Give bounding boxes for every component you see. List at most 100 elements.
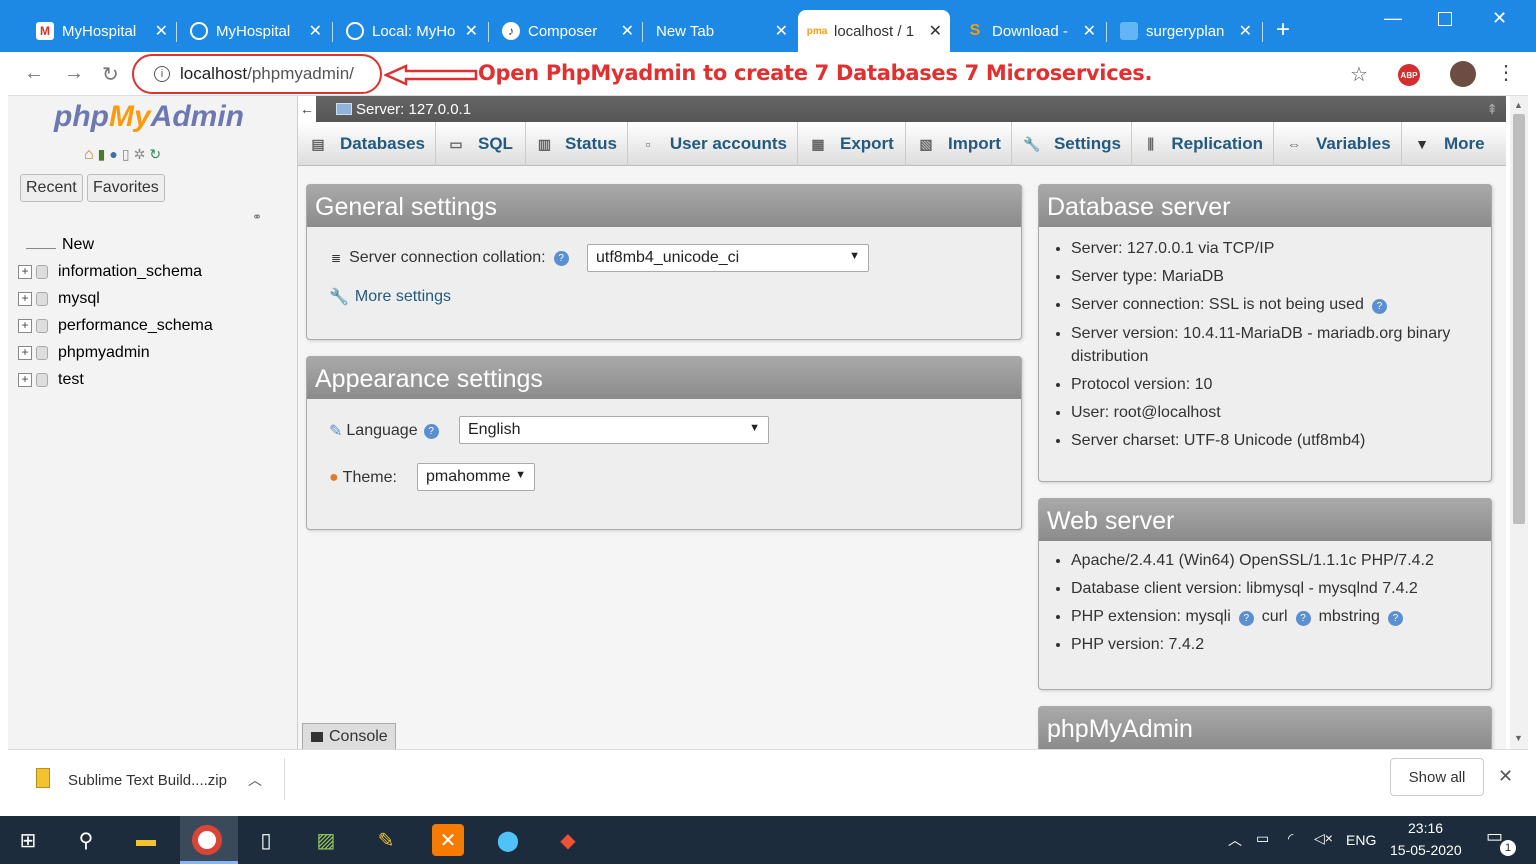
docs-icon[interactable]: ▯ — [122, 146, 130, 164]
reload-icon[interactable]: ↻ — [102, 62, 119, 87]
home-icon[interactable]: ⌂ — [84, 146, 94, 164]
minimize-icon[interactable]: — — [1384, 8, 1402, 29]
language-select[interactable]: English ▼ — [459, 416, 769, 444]
tab-myhospital-1[interactable]: M MyHospital ✕ — [26, 12, 176, 50]
settings-icon[interactable]: ✲ — [134, 146, 146, 164]
tree-item-information-schema[interactable]: + information_schema — [18, 263, 202, 281]
favorites-button[interactable]: Favorites — [87, 174, 165, 202]
tab-new-tab[interactable]: New Tab ✕ — [646, 12, 796, 50]
tab-myhospital-2[interactable]: MyHospital ✕ — [180, 12, 330, 50]
close-icon[interactable]: ✕ — [1083, 21, 1096, 41]
tree-item-new[interactable]: New — [18, 236, 94, 254]
file-explorer-icon[interactable]: ▬ — [130, 824, 162, 856]
tab-status[interactable]: ▥ Status — [526, 122, 628, 166]
paint-icon[interactable]: ▨ — [310, 824, 342, 856]
console-toggle[interactable]: Console — [302, 723, 396, 749]
search-icon[interactable]: ⚲ — [70, 824, 102, 856]
tree-item-performance-schema[interactable]: + performance_schema — [18, 317, 213, 335]
scroll-thumb[interactable] — [1513, 114, 1525, 524]
help-icon[interactable]: ? — [1295, 611, 1311, 626]
reload-nav-icon[interactable]: ↻ — [149, 146, 161, 164]
tree-item-phpmyadmin[interactable]: + phpmyadmin — [18, 344, 150, 362]
expand-icon[interactable]: + — [18, 319, 32, 333]
help-icon[interactable]: ● — [109, 146, 117, 164]
show-all-button[interactable]: Show all — [1390, 758, 1484, 796]
expand-icon[interactable]: + — [18, 373, 32, 387]
close-icon[interactable]: ✕ — [1239, 21, 1252, 41]
avatar[interactable] — [1450, 61, 1476, 87]
help-icon[interactable]: ? — [553, 250, 569, 266]
database-icon — [36, 265, 48, 279]
tab-surgeryplan[interactable]: surgeryplan ✕ — [1110, 12, 1260, 50]
tab-user-accounts[interactable]: ▫ User accounts — [628, 122, 798, 166]
tab-download[interactable]: S Download - ✕ — [956, 12, 1104, 50]
window-close-icon[interactable]: ✕ — [1492, 8, 1507, 29]
collapse-arrow-icon[interactable]: ← — [298, 96, 316, 122]
scroll-up-icon[interactable]: ▲ — [1514, 100, 1523, 110]
help-icon[interactable]: ? — [1371, 299, 1387, 314]
forward-icon[interactable]: → — [64, 62, 84, 85]
recent-button[interactable]: Recent — [20, 174, 83, 202]
git-icon[interactable]: ◆ — [552, 824, 584, 856]
new-tab-button[interactable]: + — [1276, 16, 1290, 44]
chrome-icon[interactable] — [192, 825, 222, 855]
collation-select[interactable]: utf8mb4_unicode_ci ▼ — [587, 244, 869, 272]
expand-icon[interactable]: + — [18, 346, 32, 360]
battery-icon[interactable]: ▭ — [1256, 830, 1269, 847]
help-icon[interactable]: ? — [1387, 611, 1403, 626]
tab-databases[interactable]: ▤ Databases — [298, 122, 436, 166]
notepad-icon[interactable]: ▯ — [250, 824, 282, 856]
tab-replication[interactable]: ⫼ Replication — [1132, 122, 1274, 166]
logout-icon[interactable]: ▮ — [98, 146, 106, 164]
close-icon[interactable]: ✕ — [465, 21, 478, 41]
download-filename[interactable]: Sublime Text Build....zip — [68, 772, 227, 789]
maximize-icon[interactable] — [1438, 12, 1452, 26]
close-icon[interactable]: ✕ — [155, 21, 168, 41]
tab-composer[interactable]: ♪ Composer ✕ — [492, 12, 642, 50]
clock-time[interactable]: 23:16 — [1408, 820, 1443, 836]
back-icon[interactable]: ← — [24, 62, 44, 85]
menu-kebab-icon[interactable]: ⋮ — [1496, 60, 1516, 85]
scroll-top-icon[interactable]: ⇞ — [1486, 101, 1498, 118]
language-indicator[interactable]: ENG — [1346, 832, 1376, 848]
more-settings-link[interactable]: 🔧 More settings — [329, 287, 451, 307]
info-icon[interactable]: i — [154, 66, 170, 82]
help-icon[interactable]: ? — [423, 423, 439, 439]
adblock-icon[interactable]: ABP — [1398, 64, 1420, 86]
maps-icon[interactable]: ⬤ — [492, 824, 524, 856]
volume-icon[interactable]: ◁× — [1314, 830, 1333, 847]
tab-settings[interactable]: 🔧 Settings — [1012, 122, 1132, 166]
expand-icon[interactable]: + — [18, 292, 32, 306]
close-icon[interactable]: ✕ — [929, 21, 942, 41]
close-icon[interactable]: ✕ — [621, 21, 634, 41]
close-icon[interactable]: ✕ — [775, 21, 788, 41]
close-icon[interactable]: ✕ — [1498, 766, 1513, 787]
clock-date[interactable]: 15-05-2020 — [1390, 842, 1462, 858]
tree-item-mysql[interactable]: + mysql — [18, 290, 100, 308]
link-icon[interactable]: ⚭ — [252, 210, 262, 224]
wifi-icon[interactable]: ◜ — [1288, 830, 1293, 847]
expand-icon[interactable]: + — [18, 265, 32, 279]
chevron-up-icon[interactable]: ︿ — [248, 770, 262, 790]
tab-import[interactable]: ▧ Import — [906, 122, 1012, 166]
tab-more[interactable]: ▼ More — [1402, 122, 1502, 166]
tab-local-myhospital[interactable]: Local: MyHo ✕ — [336, 12, 486, 50]
server-label[interactable]: Server: 127.0.0.1 — [356, 101, 471, 118]
tray-chevron-icon[interactable]: ︿ — [1228, 830, 1242, 850]
windows-start-icon[interactable]: ⊞ — [12, 824, 44, 856]
paint3d-icon[interactable]: ✎ — [370, 824, 402, 856]
bookmark-star-icon[interactable]: ☆ — [1350, 62, 1368, 87]
tab-localhost-phpmyadmin[interactable]: pma localhost / 1 ✕ — [798, 10, 950, 52]
tab-variables[interactable]: ⇔ Variables — [1274, 122, 1402, 166]
phpmyadmin-logo[interactable]: phpMyAdmin — [54, 100, 244, 134]
theme-select[interactable]: pmahomme ▼ — [417, 463, 535, 491]
address-bar[interactable]: i localhost/phpmyadmin/ — [132, 54, 382, 94]
tab-export[interactable]: ▦ Export — [798, 122, 906, 166]
page-scrollbar[interactable]: ▲ ▼ — [1510, 96, 1528, 749]
xampp-icon[interactable]: ✕ — [432, 824, 464, 856]
tree-item-test[interactable]: + test — [18, 371, 84, 389]
help-icon[interactable]: ? — [1238, 611, 1254, 626]
scroll-down-icon[interactable]: ▼ — [1514, 733, 1523, 743]
close-icon[interactable]: ✕ — [309, 21, 322, 41]
tab-sql[interactable]: ▭ SQL — [436, 122, 526, 166]
